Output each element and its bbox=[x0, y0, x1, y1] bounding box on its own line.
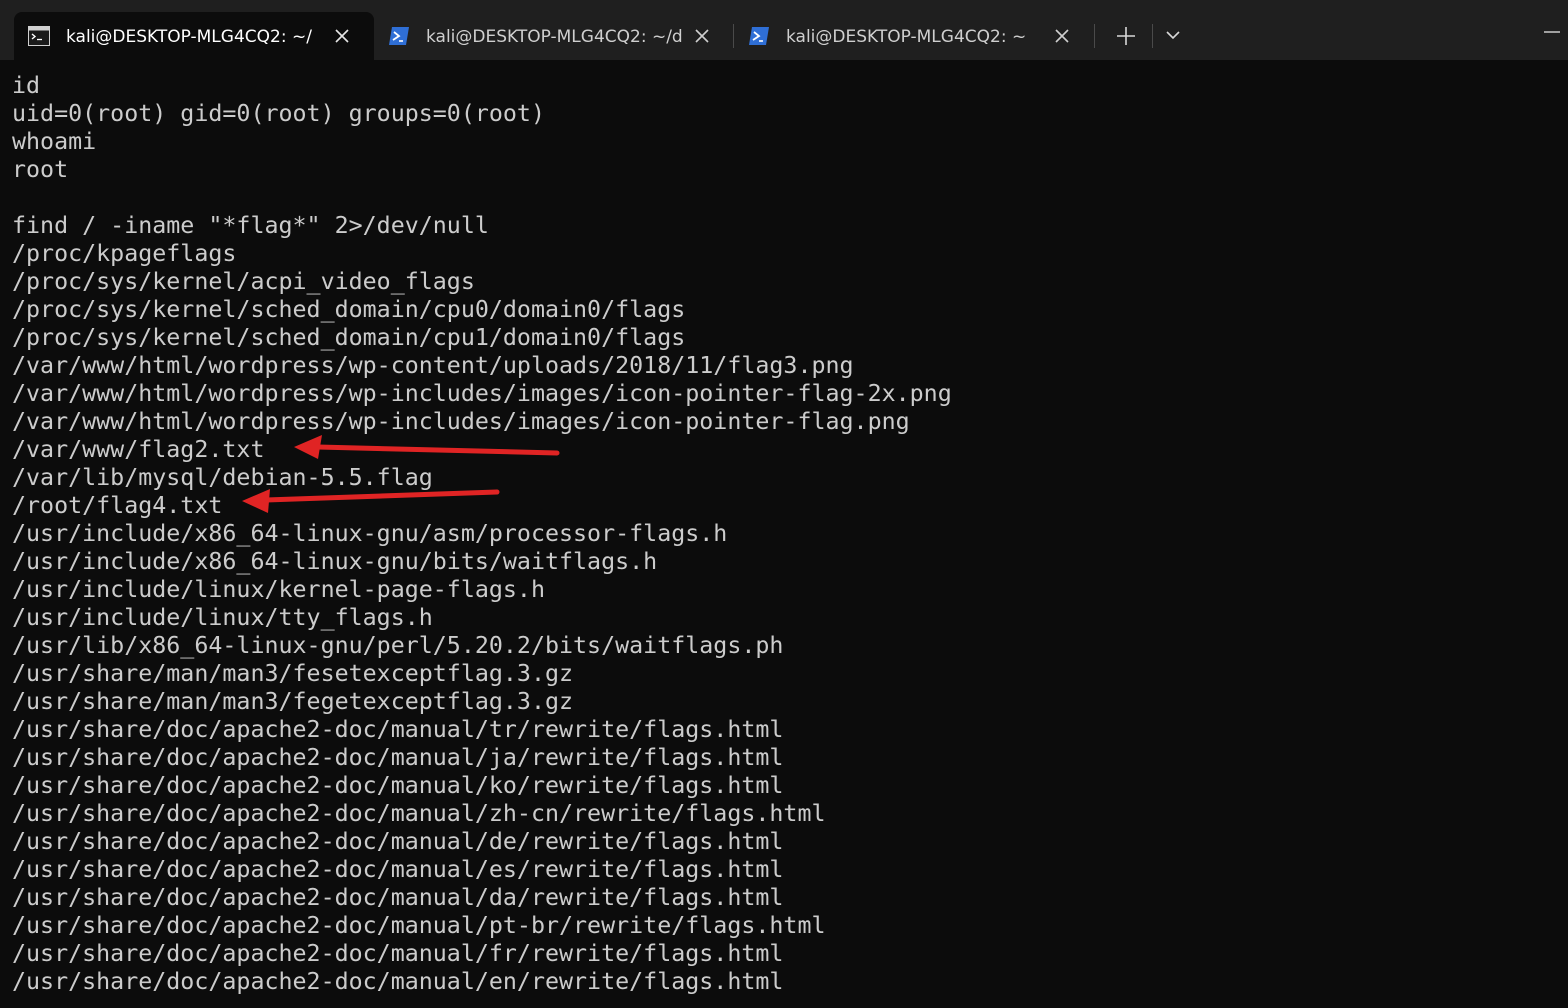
close-icon[interactable] bbox=[1050, 24, 1074, 48]
tab-title: kali@DESKTOP-MLG4CQ2: ~ bbox=[786, 27, 1027, 47]
tab-kali-1[interactable]: kali@DESKTOP-MLG4CQ2: ~/ bbox=[14, 12, 374, 60]
terminal-line: /usr/share/doc/apache2-doc/manual/tr/rew… bbox=[12, 716, 784, 743]
minimize-button[interactable] bbox=[1536, 14, 1566, 48]
terminal-line: /usr/share/doc/apache2-doc/manual/en/rew… bbox=[12, 968, 784, 995]
minimize-icon bbox=[1544, 31, 1560, 33]
terminal-line: /usr/share/doc/apache2-doc/manual/ja/rew… bbox=[12, 744, 784, 771]
terminal-line: /usr/share/man/man3/fesetexceptflag.3.gz bbox=[12, 660, 574, 687]
terminal-line: whoami bbox=[12, 128, 97, 155]
tab-dropdown-button[interactable] bbox=[1152, 14, 1196, 56]
terminal-line: /usr/share/doc/apache2-doc/manual/ko/rew… bbox=[12, 772, 784, 799]
tab-title: kali@DESKTOP-MLG4CQ2: ~/ bbox=[66, 27, 312, 47]
chevron-down-icon bbox=[1166, 31, 1180, 40]
terminal-line: /usr/share/doc/apache2-doc/manual/de/rew… bbox=[12, 828, 784, 855]
terminal-line: /usr/share/doc/apache2-doc/manual/da/rew… bbox=[12, 884, 784, 911]
terminal-line: uid=0(root) gid=0(root) groups=0(root) bbox=[12, 100, 545, 127]
tab-bar: kali@DESKTOP-MLG4CQ2: ~/ kali@DESKTOP-ML… bbox=[0, 0, 1568, 60]
close-icon[interactable] bbox=[690, 24, 714, 48]
tab-kali-2[interactable]: kali@DESKTOP-MLG4CQ2: ~/d bbox=[374, 12, 734, 60]
terminal-line: /proc/sys/kernel/acpi_video_flags bbox=[12, 268, 475, 295]
terminal-line: /usr/share/doc/apache2-doc/manual/zh-cn/… bbox=[12, 800, 826, 827]
terminal-output: id uid=0(root) gid=0(root) groups=0(root)… bbox=[12, 72, 952, 996]
terminal-line: root bbox=[12, 156, 69, 183]
terminal-line: /usr/share/doc/apache2-doc/manual/fr/rew… bbox=[12, 940, 784, 967]
powershell-icon bbox=[748, 26, 770, 46]
terminal-line: /var/www/html/wordpress/wp-content/uploa… bbox=[12, 352, 854, 379]
terminal-line: /usr/include/x86_64-linux-gnu/bits/waitf… bbox=[12, 548, 658, 575]
terminal-line: /proc/sys/kernel/sched_domain/cpu0/domai… bbox=[12, 296, 686, 323]
terminal-window: kali@DESKTOP-MLG4CQ2: ~/ kali@DESKTOP-ML… bbox=[0, 0, 1568, 1008]
terminal-pane[interactable]: id uid=0(root) gid=0(root) groups=0(root)… bbox=[0, 60, 1568, 1008]
tab-title: kali@DESKTOP-MLG4CQ2: ~/d bbox=[426, 27, 683, 47]
terminal-line: /proc/sys/kernel/sched_domain/cpu1/domai… bbox=[12, 324, 686, 351]
terminal-line: /var/www/html/wordpress/wp-includes/imag… bbox=[12, 408, 910, 435]
terminal-line: /usr/share/doc/apache2-doc/manual/pt-br/… bbox=[12, 912, 826, 939]
terminal-line: /usr/include/linux/tty_flags.h bbox=[12, 604, 433, 631]
terminal-line: find / -iname "*flag*" 2>/dev/null bbox=[12, 212, 489, 239]
terminal-line: /proc/kpageflags bbox=[12, 240, 237, 267]
tab-kali-3[interactable]: kali@DESKTOP-MLG4CQ2: ~ bbox=[734, 12, 1094, 60]
terminal-line: /usr/share/doc/apache2-doc/manual/es/rew… bbox=[12, 856, 784, 883]
command-prompt-icon bbox=[28, 26, 50, 46]
terminal-line: /var/www/html/wordpress/wp-includes/imag… bbox=[12, 380, 952, 407]
close-icon[interactable] bbox=[330, 24, 354, 48]
terminal-line: /usr/lib/x86_64-linux-gnu/perl/5.20.2/bi… bbox=[12, 632, 784, 659]
new-tab-button[interactable] bbox=[1104, 14, 1148, 56]
powershell-icon bbox=[388, 26, 410, 46]
terminal-line: /usr/share/man/man3/fegetexceptflag.3.gz bbox=[12, 688, 574, 715]
plus-icon bbox=[1117, 27, 1135, 45]
tab-separator bbox=[1094, 24, 1095, 48]
terminal-line: id bbox=[12, 72, 41, 99]
terminal-line: /root/flag4.txt bbox=[12, 492, 223, 519]
terminal-line: /usr/include/x86_64-linux-gnu/asm/proces… bbox=[12, 520, 728, 547]
terminal-line: /usr/include/linux/kernel-page-flags.h bbox=[12, 576, 545, 603]
terminal-line: /var/lib/mysql/debian-5.5.flag bbox=[12, 464, 433, 491]
terminal-line: /var/www/flag2.txt bbox=[12, 436, 265, 463]
